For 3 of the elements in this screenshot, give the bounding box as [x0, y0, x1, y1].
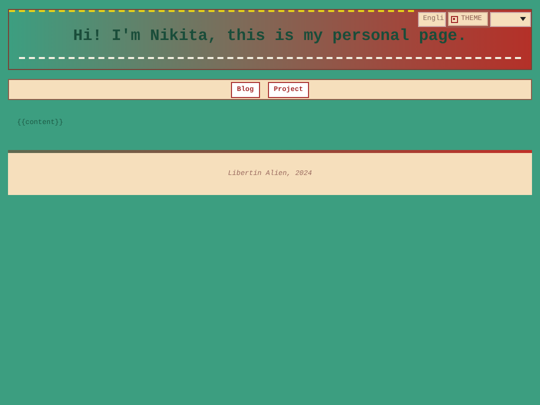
- page-title: Hi! I'm Nikita, this is my personal page.: [73, 27, 467, 45]
- caret-icon: [520, 17, 526, 21]
- dropdown[interactable]: [490, 12, 531, 26]
